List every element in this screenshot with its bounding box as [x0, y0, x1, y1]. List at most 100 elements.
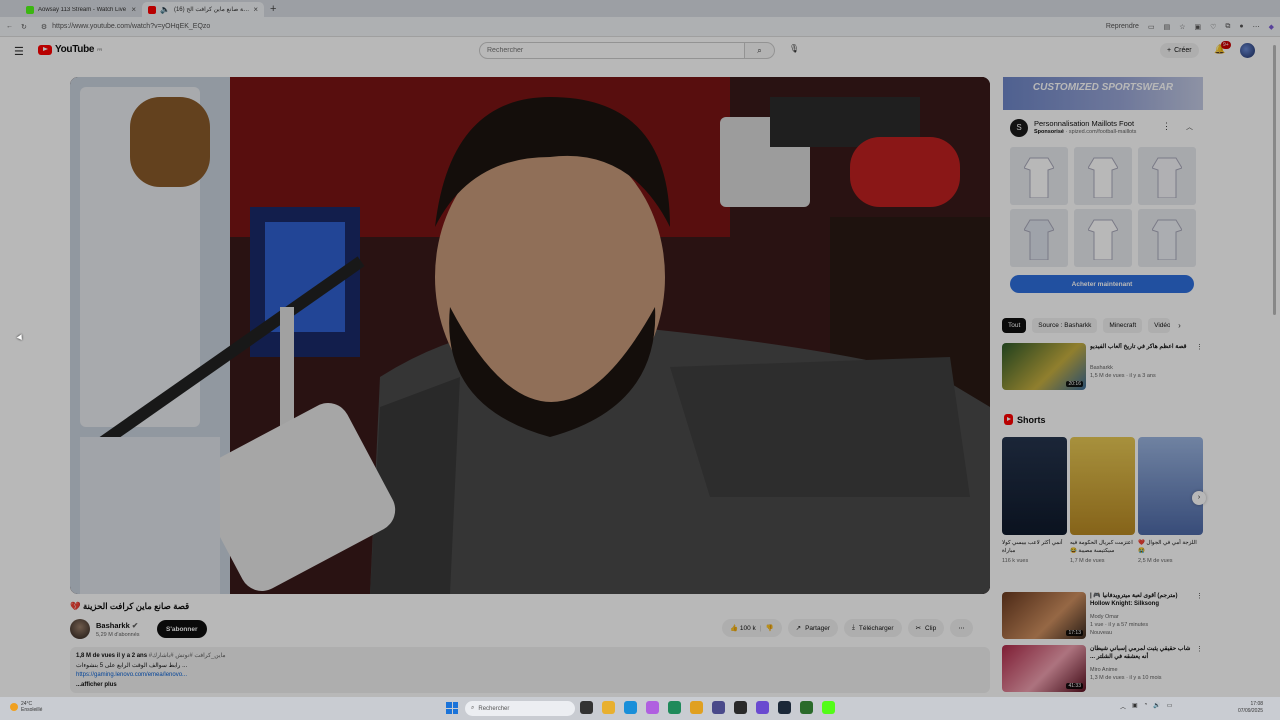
short-thumbnail[interactable]: [1002, 437, 1067, 535]
close-tab-icon[interactable]: ×: [131, 5, 136, 14]
profile-icon[interactable]: ●: [1239, 23, 1243, 30]
app-icon[interactable]: [734, 701, 747, 714]
video-thumbnail[interactable]: 20:16: [1002, 343, 1086, 390]
show-more-button[interactable]: ...afficher plus: [76, 681, 984, 691]
battery-icon[interactable]: ▭: [1167, 702, 1173, 711]
close-tab-icon[interactable]: ×: [253, 5, 258, 14]
new-tab-button[interactable]: +: [264, 2, 282, 17]
taskbar-search[interactable]: ⌕ Rechercher: [465, 701, 575, 716]
copilot-app-icon[interactable]: [646, 701, 659, 714]
reader-icon[interactable]: ▤: [1164, 23, 1171, 31]
recommended-video[interactable]: 17:13 (مترجم) أقوى لعبة ميترويدفانيا 🎮 |…: [1002, 592, 1203, 640]
favorites-icon[interactable]: ♡: [1210, 23, 1216, 31]
download-button[interactable]: ⤓ Télécharger: [844, 619, 902, 637]
desc-link[interactable]: https://gaming.lenovo.com/emea/lenovo...: [76, 671, 984, 681]
video-thumbnail[interactable]: 17:13: [1002, 592, 1086, 639]
search-button[interactable]: ⌕: [745, 42, 775, 59]
volume-icon[interactable]: 🔊: [1153, 702, 1160, 711]
ad-banner[interactable]: CUSTOMIZED SPORTSWEAR: [1003, 77, 1203, 110]
short-item[interactable]: أنمي أكثر لاعب بيبسي كولا مباراة 116 k v…: [1002, 437, 1067, 564]
steam-icon[interactable]: [778, 701, 791, 714]
ad-product-image[interactable]: [1074, 209, 1132, 267]
short-thumbnail[interactable]: [1070, 437, 1135, 535]
chip-minecraft[interactable]: Minecraft: [1103, 318, 1143, 333]
site-info-icon[interactable]: ⚙: [41, 23, 47, 31]
channel-name[interactable]: Basharkk ✔: [96, 621, 138, 630]
ad-product-image[interactable]: [1074, 147, 1132, 205]
menu-icon[interactable]: ☰: [14, 45, 24, 58]
copilot-icon[interactable]: ◆: [1269, 23, 1274, 31]
chip-source[interactable]: Source : Basharkk: [1032, 318, 1098, 333]
short-thumbnail[interactable]: [1138, 437, 1203, 535]
ad-title[interactable]: Personnalisation Maillots Foot: [1034, 119, 1134, 128]
edge-icon[interactable]: [624, 701, 637, 714]
favorite-star-icon[interactable]: ☆: [1179, 23, 1185, 31]
windows-start-icon[interactable]: [446, 702, 458, 714]
description-box[interactable]: 1,8 M de vues il y a 2 ans #ماين_كرافت #…: [70, 647, 990, 693]
like-button[interactable]: 👍 100 k: [730, 624, 756, 632]
chrome-icon[interactable]: [690, 701, 703, 714]
ad-product-image[interactable]: [1138, 147, 1196, 205]
create-button[interactable]: + Créer: [1160, 43, 1199, 58]
ad-brand-logo[interactable]: S: [1010, 119, 1028, 137]
recommended-video[interactable]: 41:33 شاب حقيقي يثبت لمرمي إسباني شيطان …: [1002, 645, 1203, 693]
app-icon[interactable]: [756, 701, 769, 714]
ad-product-image[interactable]: [1010, 147, 1068, 205]
dislike-button[interactable]: 👎: [766, 624, 774, 632]
share-button[interactable]: ↗ Partager: [787, 619, 838, 637]
ad-product-image[interactable]: [1138, 209, 1196, 267]
app-icon[interactable]: [668, 701, 681, 714]
chevron-right-icon[interactable]: ›: [1178, 318, 1181, 333]
youtube-logo[interactable]: YouTube FR: [38, 44, 102, 55]
chevron-up-icon[interactable]: ︿: [1186, 122, 1193, 132]
chip-all[interactable]: Tout: [1002, 318, 1027, 333]
audio-playing-icon[interactable]: 🔈: [160, 5, 170, 14]
collections-icon[interactable]: ▣: [1194, 23, 1201, 31]
page-scrollbar[interactable]: [1272, 45, 1277, 685]
clip-button[interactable]: ✂ Clip: [907, 619, 945, 637]
video-player[interactable]: [70, 77, 990, 594]
ad-more-icon[interactable]: ⋮: [1162, 121, 1171, 132]
video-thumbnail[interactable]: 41:33: [1002, 645, 1086, 692]
network-icon[interactable]: ◔: [1144, 702, 1148, 711]
shorts-shelf: أنمي أكثر لاعب بيبسي كولا مباراة 116 k v…: [1002, 437, 1203, 564]
ad-cta-button[interactable]: Acheter maintenant: [1010, 275, 1194, 293]
channel-name[interactable]: Basharkk: [1090, 365, 1113, 371]
youtube-header: ☰ YouTube FR ⌕ 🎙 + Créer 🔔 9+: [0, 37, 1270, 65]
taskbar-clock[interactable]: 17:08 07/09/2025: [1238, 701, 1263, 715]
chip-videos[interactable]: Vidéos: [1148, 318, 1171, 333]
file-explorer-icon[interactable]: [602, 701, 615, 714]
channel-avatar[interactable]: [70, 619, 90, 639]
tray-chevron-icon[interactable]: ︿: [1120, 702, 1126, 711]
kick-icon[interactable]: [822, 701, 835, 714]
account-avatar[interactable]: [1240, 43, 1255, 58]
weather-widget[interactable]: 24°C Ensoleillé: [10, 701, 42, 713]
search-input[interactable]: [479, 42, 745, 59]
split-screen-icon[interactable]: ▭: [1148, 23, 1155, 31]
more-icon[interactable]: ⋮: [1196, 645, 1203, 653]
short-item[interactable]: اعتزمت كبريال الحكومة فيه سيكتيسة مصيبة …: [1070, 437, 1135, 564]
scrollbar-thumb[interactable]: [1273, 45, 1276, 315]
browser-menu-icon[interactable]: ⋯: [1253, 23, 1260, 31]
app-icon[interactable]: [800, 701, 813, 714]
channel-name[interactable]: Miro Anime: [1090, 667, 1118, 673]
address-bar[interactable]: ⚙ https://www.youtube.com/watch?v=yOHqEK…: [35, 20, 1098, 34]
more-actions-button[interactable]: ⋯: [950, 619, 973, 637]
ad-product-image[interactable]: [1010, 209, 1068, 267]
browser-tab-youtube[interactable]: 🔈 (16) قصة صانع ماين كرافت الح ×: [142, 2, 264, 17]
task-view-icon[interactable]: [580, 701, 593, 714]
app-icon[interactable]: [712, 701, 725, 714]
resume-button[interactable]: Reprendre: [1106, 23, 1139, 30]
tray-app-icon[interactable]: ▣: [1132, 702, 1138, 711]
more-icon[interactable]: ⋮: [1196, 592, 1203, 600]
recommended-video[interactable]: 20:16 قصة اعظم هاكر في تاريخ ألعاب الفيد…: [1002, 343, 1203, 391]
voice-search-icon[interactable]: 🎙: [789, 44, 799, 53]
extensions-icon[interactable]: ⧉: [1225, 23, 1230, 31]
more-icon[interactable]: ⋮: [1196, 343, 1203, 351]
shorts-next-button[interactable]: ›: [1192, 491, 1206, 505]
refresh-icon[interactable]: ↻: [21, 23, 27, 31]
channel-name[interactable]: Mody Omar: [1090, 614, 1119, 620]
browser-tab-kick[interactable]: Aowsay 113 Stream - Watch Live ×: [20, 2, 142, 17]
subscribe-button[interactable]: S'abonner: [157, 620, 207, 638]
back-icon[interactable]: ←: [6, 23, 13, 30]
